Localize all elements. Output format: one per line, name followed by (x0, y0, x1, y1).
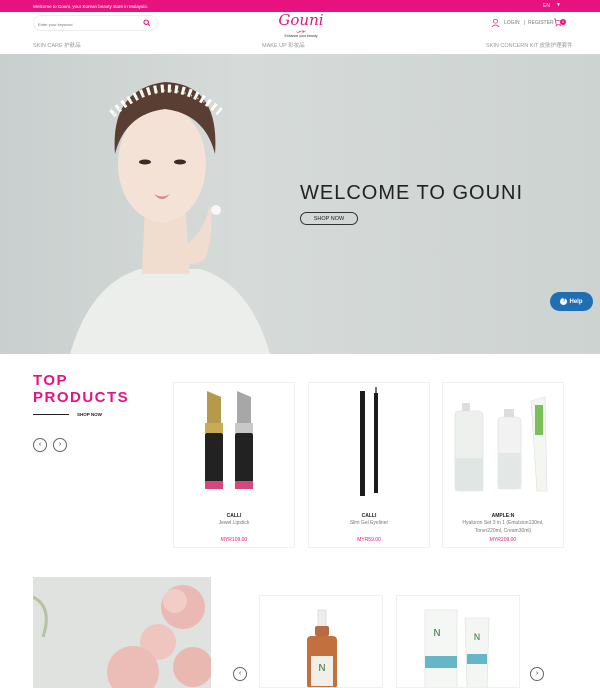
register-link[interactable]: REGISTER (528, 20, 554, 26)
cart-count-badge: 0 (560, 19, 566, 25)
login-link[interactable]: LOGIN (504, 20, 520, 26)
search-input[interactable] (38, 19, 138, 29)
svg-text:N: N (433, 628, 440, 639)
product-price: MYR109.00 (220, 537, 248, 543)
language-selector[interactable]: EN (543, 3, 550, 9)
product-card[interactable]: CALLI Jewel Lipstick MYR109.00 (173, 382, 295, 548)
product-name[interactable]: Slim Gel Eyeliner (315, 520, 423, 528)
product-brand: CALLI (361, 513, 377, 519)
product-image-skincare-set (454, 396, 548, 492)
product-image-eyeliner (360, 387, 378, 496)
hero-model-image (70, 82, 270, 354)
svg-text:N: N (474, 633, 481, 643)
product-card[interactable]: N N (396, 595, 520, 688)
product-brand: CALLI (226, 513, 242, 519)
carousel-next-button[interactable]: › (530, 667, 544, 681)
carousel-prev-button[interactable]: ‹ (33, 438, 47, 452)
top-products-title-line1: TOP (33, 372, 69, 389)
search-icon[interactable] (143, 19, 151, 27)
hero-title: WELCOME TO GOUNI (300, 182, 524, 204)
product-name[interactable]: Jewel Lipstick (180, 520, 288, 528)
product-image-lipstick (205, 391, 253, 489)
main-nav: SKIN CARE 护肤品 MAKE UP 彩妆品 SKIN CONCERN K… (0, 36, 600, 54)
logo-name: Gouni (278, 11, 324, 29)
help-button[interactable]: ? Help (550, 292, 593, 311)
product-brand: AMPLE:N (491, 513, 515, 519)
top-products-heading: TOP PRODUCTS (33, 372, 129, 406)
hero-shop-now-button[interactable]: SHOP NOW (300, 212, 358, 225)
promo-flower-image (33, 577, 211, 688)
carousel-next-button[interactable]: › (53, 438, 67, 452)
svg-text:N: N (318, 663, 325, 674)
product-price: MYR59.00 (357, 537, 381, 543)
help-label: Help (569, 299, 583, 306)
nav-skin-care[interactable]: SKIN CARE 护肤品 (33, 41, 81, 49)
site-header: Gouni بوني Enhance your beauty LOGIN | R… (0, 11, 600, 38)
carousel-prev-button[interactable]: ‹ (233, 667, 247, 681)
product-name[interactable]: Hyaluron Set 3 in 1 (Emulsion130ml, Tone… (449, 520, 557, 535)
nav-skin-concern-kit[interactable]: SKIN CONCERN KIT 皮肤护理套件 (486, 41, 573, 49)
product-image-ampoule: N (307, 609, 337, 687)
product-card[interactable]: CALLI Slim Gel Eyeliner MYR59.00 (308, 382, 430, 548)
product-card[interactable]: AMPLE:N Hyaluron Set 3 in 1 (Emulsion130… (442, 382, 564, 548)
product-image-skincare-box: N N (424, 609, 490, 687)
top-products-shop-now-link[interactable]: SHOP NOW (77, 412, 102, 417)
chevron-down-icon[interactable]: ▼ (556, 2, 561, 8)
welcome-message: Welcome to Gouni, your Korean beauty sto… (33, 3, 148, 9)
user-icon[interactable] (491, 18, 500, 28)
nav-make-up[interactable]: MAKE UP 彩妆品 (262, 41, 305, 49)
help-question-icon: ? (560, 297, 568, 305)
top-products-title-line2: PRODUCTS (33, 389, 130, 406)
search-box[interactable] (33, 15, 158, 31)
separator: | (524, 20, 526, 26)
product-card[interactable]: N (259, 595, 383, 688)
hero-banner: WELCOME TO GOUNI SHOP NOW ? Help (0, 54, 600, 354)
divider (33, 414, 69, 415)
product-price: MYR209.00 (489, 537, 517, 543)
